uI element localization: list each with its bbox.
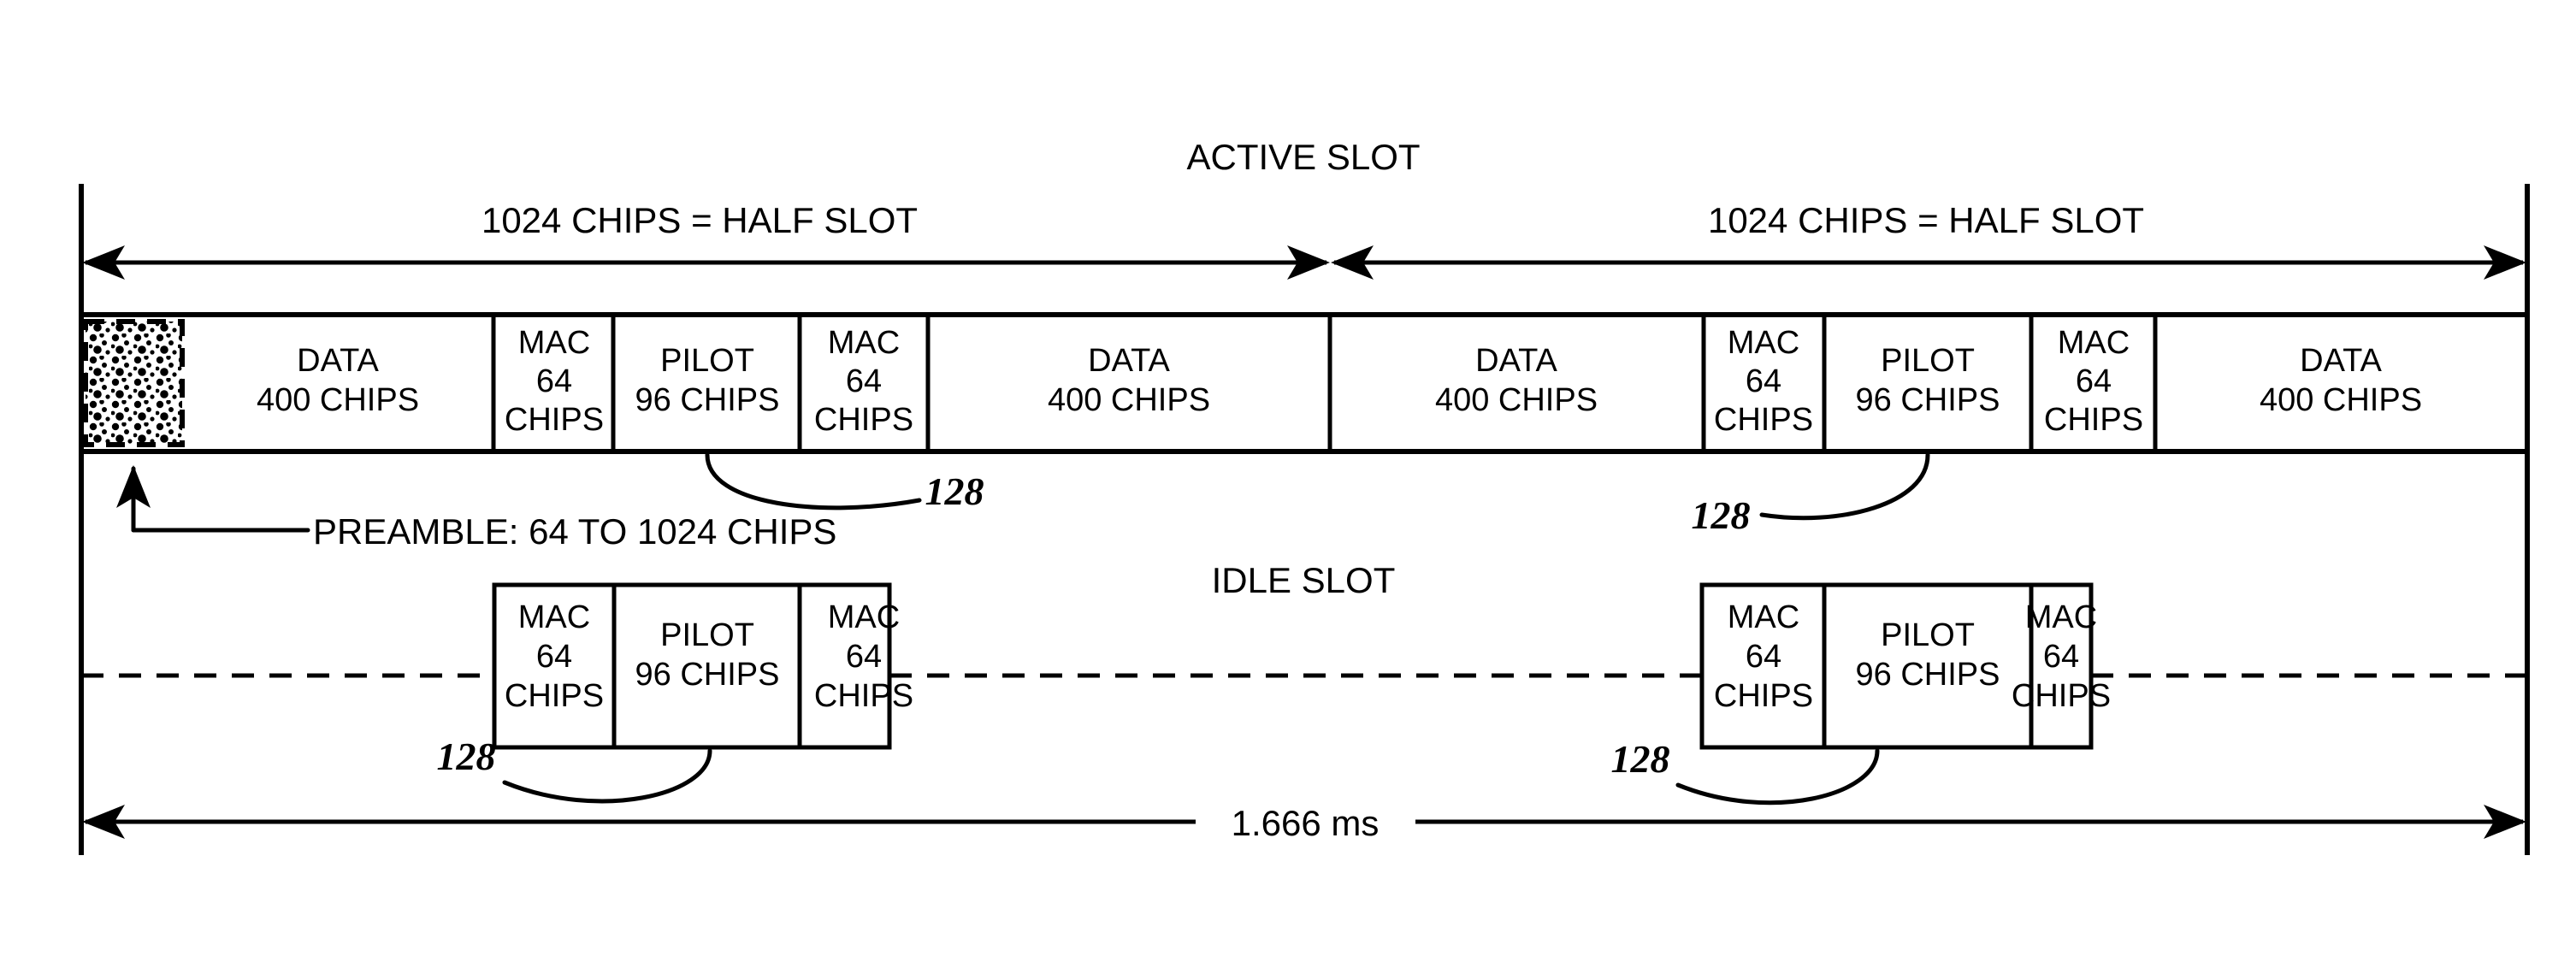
segment-line3: CHIPS <box>814 402 913 438</box>
segment-line3: CHIPS <box>505 402 604 438</box>
slot-structure-diagram: ACTIVE SLOT 1024 CHIPS = HALF SLOT 1024 … <box>0 0 2576 956</box>
segment-line1: MAC <box>2025 599 2097 635</box>
idle-slot-title: IDLE SLOT <box>1212 560 1396 600</box>
segment-line1: MAC <box>2058 325 2130 361</box>
segment-line1: PILOT <box>660 343 754 379</box>
preamble-callout-label: PREAMBLE: 64 TO 1024 CHIPS <box>313 511 836 552</box>
segment-line1: MAC <box>1728 325 1799 361</box>
segment-line2: 64 <box>1746 639 1781 675</box>
total-duration-label: 1.666 ms <box>1232 803 1380 843</box>
segment-line1: DATA <box>1088 343 1170 379</box>
segment-line3: CHIPS <box>1714 678 1813 714</box>
segment-line2: 96 CHIPS <box>1856 382 2000 418</box>
segment-line1: MAC <box>518 325 590 361</box>
ref-number-active-right-pilot: 128 <box>1692 493 1751 537</box>
segment-line2: 64 <box>536 639 572 675</box>
segment-line2: 400 CHIPS <box>2260 382 2422 418</box>
segment-line2: 400 CHIPS <box>257 382 419 418</box>
half-slot-label-left: 1024 CHIPS = HALF SLOT <box>482 200 918 240</box>
segment-line2: 64 <box>846 639 882 675</box>
segment-line2: 64 <box>2043 639 2079 675</box>
segment-line3: CHIPS <box>2012 678 2111 714</box>
segment-line2: 64 <box>2076 363 2112 399</box>
segment-line2: 400 CHIPS <box>1048 382 1210 418</box>
segment-line1: PILOT <box>660 617 754 653</box>
segment-line3: CHIPS <box>505 678 604 714</box>
segment-line2: 64 <box>1746 363 1781 399</box>
segment-line1: MAC <box>1728 599 1799 635</box>
segment-line1: DATA <box>297 343 379 379</box>
segment-line3: CHIPS <box>2044 402 2143 438</box>
segment-line1: MAC <box>518 599 590 635</box>
segment-line2: 96 CHIPS <box>635 382 780 418</box>
segment-line1: DATA <box>1475 343 1557 379</box>
segment-line1: MAC <box>828 599 900 635</box>
segment-line3: CHIPS <box>1714 402 1813 438</box>
ref-number-idle-right-pilot: 128 <box>1611 737 1670 781</box>
preamble-block <box>83 319 185 447</box>
ref-number-active-left-pilot: 128 <box>925 469 984 513</box>
segment-line2: 96 CHIPS <box>635 657 780 693</box>
half-slot-label-right: 1024 CHIPS = HALF SLOT <box>1708 200 2144 240</box>
segment-line1: PILOT <box>1881 617 1975 653</box>
patent-figure-root: ACTIVE SLOT 1024 CHIPS = HALF SLOT 1024 … <box>0 0 2576 956</box>
segment-line2: 400 CHIPS <box>1435 382 1598 418</box>
active-slot-title: ACTIVE SLOT <box>1186 137 1420 177</box>
segment-line3: CHIPS <box>814 678 913 714</box>
segment-line1: PILOT <box>1881 343 1975 379</box>
segment-line2: 64 <box>846 363 882 399</box>
active-slot-bar <box>79 312 2530 454</box>
segment-line2: 64 <box>536 363 572 399</box>
ref-number-idle-left-pilot: 128 <box>437 735 496 778</box>
segment-line1: MAC <box>828 325 900 361</box>
segment-line1: DATA <box>2300 343 2382 379</box>
segment-line2: 96 CHIPS <box>1856 657 2000 693</box>
